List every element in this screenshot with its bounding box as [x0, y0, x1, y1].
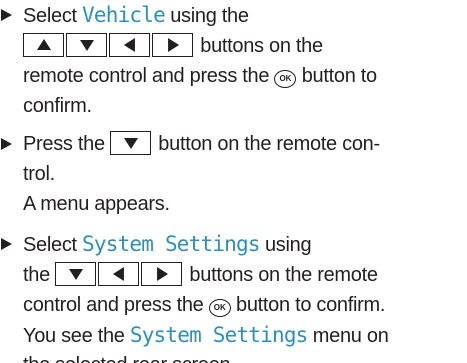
text: using — [259, 234, 312, 256]
step-1-line-2: buttons on the — [23, 31, 323, 61]
right-arrow-key-icon — [141, 262, 183, 286]
step-2-line-2: trol. — [23, 159, 55, 189]
down-arrow-key-icon — [110, 131, 152, 155]
text: button on the remote con- — [153, 133, 380, 155]
left-arrow-key-icon — [98, 262, 140, 286]
down-arrow-key-icon — [55, 262, 97, 286]
left-arrow-key-icon — [109, 33, 150, 57]
text: buttons on the — [195, 35, 323, 57]
text: control and press the — [23, 294, 204, 316]
right-arrow-key-icon — [152, 33, 193, 57]
down-arrow-key-icon — [66, 33, 107, 57]
step-3-line-5: the selected rear screen. — [23, 350, 236, 363]
text: Select — [23, 234, 83, 256]
step-1-line-3: remote control and press the OK button t… — [23, 61, 377, 91]
ok-button-icon: OK — [274, 70, 297, 88]
step-1-line-1: Select Vehicle using the — [23, 0, 249, 30]
menu-term-system-settings: System Settings — [82, 232, 260, 256]
instruction-document: Select Vehicle using the buttons on the … — [0, 0, 467, 363]
text: confirm. — [23, 95, 92, 117]
bullet-arrow-icon — [1, 138, 12, 150]
text: Select — [23, 5, 83, 27]
text: the selected rear screen. — [23, 354, 236, 363]
step-2-line-1: Press the button on the remote con- — [23, 129, 380, 159]
step-2-line-3: A menu appears. — [23, 189, 170, 219]
text: Press the — [23, 133, 111, 155]
bullet-arrow-icon — [1, 238, 12, 250]
text: the — [23, 264, 56, 286]
text: You see the — [23, 325, 130, 347]
text: button to confirm. — [230, 294, 386, 316]
menu-term-vehicle: Vehicle — [82, 3, 166, 27]
text: using the — [164, 5, 249, 27]
text: button to — [296, 65, 377, 87]
text: buttons on the remote — [184, 264, 378, 286]
step-3-line-2: the buttons on the remote — [23, 260, 378, 290]
step-1-line-4: confirm. — [23, 91, 92, 121]
menu-term-system-settings: System Settings — [129, 323, 308, 347]
text: A menu appears. — [23, 193, 170, 215]
step-3-line-1: Select System Settings using — [23, 229, 312, 259]
step-3-line-3: control and press the OK button to confi… — [23, 290, 385, 320]
text: trol. — [23, 163, 55, 185]
text: menu on — [307, 325, 389, 347]
ok-button-icon: OK — [208, 299, 231, 317]
text: remote control and press the — [23, 65, 270, 87]
up-arrow-key-icon — [23, 33, 64, 57]
step-3-line-4: You see the System Settings menu on — [23, 320, 389, 350]
bullet-arrow-icon — [1, 9, 12, 21]
